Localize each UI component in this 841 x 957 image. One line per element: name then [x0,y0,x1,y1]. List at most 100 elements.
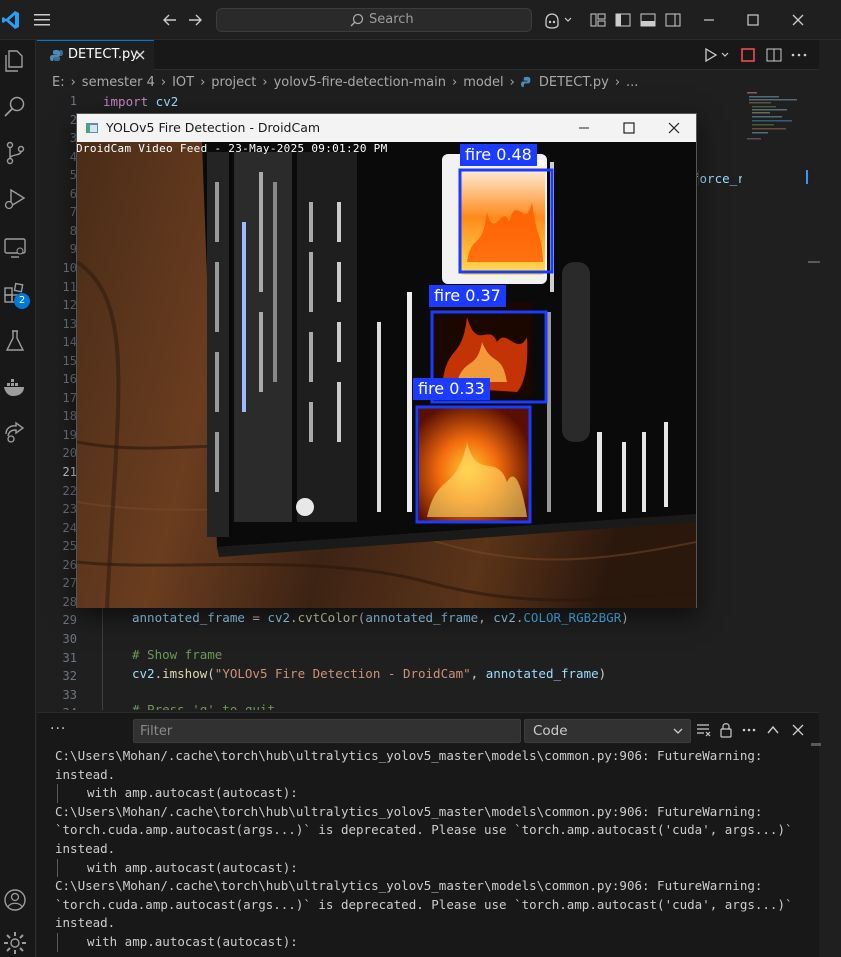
close-panel-icon[interactable] [790,722,806,738]
panel-more-icon[interactable]: ··· [50,721,66,737]
account-icon[interactable] [2,887,28,913]
maximize-panel-icon[interactable] [765,722,781,738]
breadcrumb-item[interactable]: ... [626,75,638,90]
remote-explorer-icon[interactable] [2,234,28,260]
camera-frame: DroidCam Video Feed - 23-May-2025 09:01:… [77,142,696,608]
line-number: 25 [62,539,77,554]
minimap-preview [747,92,797,140]
explorer-icon[interactable] [2,48,28,74]
filter-input[interactable]: Filter [133,719,521,743]
breadcrumb-item[interactable]: model [463,75,503,90]
vscode-logo-icon[interactable] [2,10,20,30]
maximize-icon[interactable] [622,121,636,135]
search-view-icon[interactable] [2,94,28,120]
output-channel-select[interactable]: Code [524,719,691,743]
editor-tabs: DETECT.py [37,40,819,70]
line-number: 10 [62,260,77,275]
detection-label: fire 0.33 [413,378,490,400]
line-number: 2 [69,112,77,127]
tab-close-icon[interactable] [133,48,147,62]
line-number: 28 [62,594,77,609]
line-number: 9 [69,242,77,257]
activity-bar: 2 [0,40,36,957]
breadcrumb-item[interactable]: E: [52,75,65,90]
copilot-icon[interactable] [543,11,573,29]
layout-customize-icon[interactable] [589,11,607,29]
run-and-debug-icon[interactable] [2,186,28,212]
command-search-box[interactable]: Search [216,8,532,32]
testing-flask-icon[interactable] [2,328,28,354]
source-control-icon[interactable] [2,140,28,166]
panel-more-actions-icon[interactable] [741,722,757,738]
python-file-icon [520,76,531,88]
settings-gear-icon[interactable] [2,930,28,956]
search-icon [350,13,364,27]
line-number: 21 [62,465,77,479]
detection-label: fire 0.48 [460,144,537,166]
panel-scrollbar[interactable] [809,743,821,956]
breadcrumb: E: › semester 4 › IOT › project › yolov5-fir… [52,74,639,90]
minimize-icon[interactable] [577,121,591,135]
run-python-icon[interactable] [703,46,733,64]
stop-icon[interactable] [739,46,757,64]
line-number: 11 [62,279,77,294]
tab-detect-py[interactable]: DETECT.py [37,40,154,70]
breadcrumb-item[interactable]: project [211,75,256,90]
output-panel: ··· Filter Code C:\Users\Mohan/.cache\to… [37,712,821,957]
back-arrow-icon[interactable] [161,11,179,29]
output-line: C:\Users\Mohan/.cache\torch\hub\ultralyt… [55,748,763,763]
breadcrumb-item[interactable]: semester 4 [82,75,155,90]
live-share-icon[interactable] [2,420,28,446]
line-number: 4 [69,149,77,164]
camera-image [77,142,696,608]
search-placeholder: Search [369,12,414,27]
breadcrumb-item[interactable]: IOT [172,75,194,90]
breadcrumb-item[interactable]: DETECT.py [539,75,609,90]
output-channel-value: Code [533,723,568,739]
tab-label: DETECT.py [68,47,138,62]
close-window-icon[interactable] [789,11,807,29]
scrollbar-marker [808,261,820,263]
forward-arrow-icon[interactable] [186,11,204,29]
minimize-icon[interactable] [700,11,718,29]
line-number: 6 [69,186,77,201]
menu-icon[interactable] [33,13,51,27]
line-number: 23 [62,502,77,517]
toggle-secondary-sidebar-icon[interactable] [664,11,682,29]
line-number: 34 [37,706,77,710]
code-line: # Press 'q' to quit [132,702,275,710]
code-fragment: force_r [692,171,742,186]
line-number: 14 [62,335,77,350]
docker-icon[interactable] [2,374,28,400]
line-number: 31 [62,650,77,665]
window-title-bar[interactable]: YOLOv5 Fire Detection - DroidCam [77,114,696,142]
opencv-preview-window[interactable]: YOLOv5 Fire Detection - DroidCam DroidCa… [76,113,697,608]
minimap[interactable] [742,90,808,710]
maximize-icon[interactable] [744,11,762,29]
output-line: with amp.autocast(autocast): [57,858,807,878]
code-line: annotated_frame = cv2.cvtColor(annotated… [132,610,629,625]
line-number: 8 [69,223,77,238]
more-actions-icon[interactable] [790,46,808,64]
split-editor-icon[interactable] [765,46,783,64]
output-line: instead. [55,915,116,931]
close-window-icon[interactable] [667,121,681,135]
scrollbar-marker [806,170,808,184]
scrollbar-thumb[interactable] [811,743,821,746]
output-line: instead. [55,766,116,782]
clear-output-icon[interactable] [695,722,711,738]
output-line: with amp.autocast(autocast): [57,932,807,952]
breadcrumb-item[interactable]: yolov5-fire-detection-main [274,75,446,90]
toggle-sidebar-icon[interactable] [614,11,632,29]
lock-scroll-icon[interactable] [718,722,734,738]
output-line: instead. [55,840,116,856]
output-log[interactable]: C:\Users\Mohan/.cache\torch\hub\ultralyt… [55,747,807,952]
filter-placeholder: Filter [140,724,173,739]
title-bar: Search [0,0,841,40]
code-line: import cv2 [103,94,179,109]
line-number: 30 [62,631,77,646]
editor-scrollbar[interactable] [806,90,820,710]
line-number: 20 [62,446,77,461]
toggle-panel-icon[interactable] [639,11,657,29]
line-number: 12 [62,298,77,313]
